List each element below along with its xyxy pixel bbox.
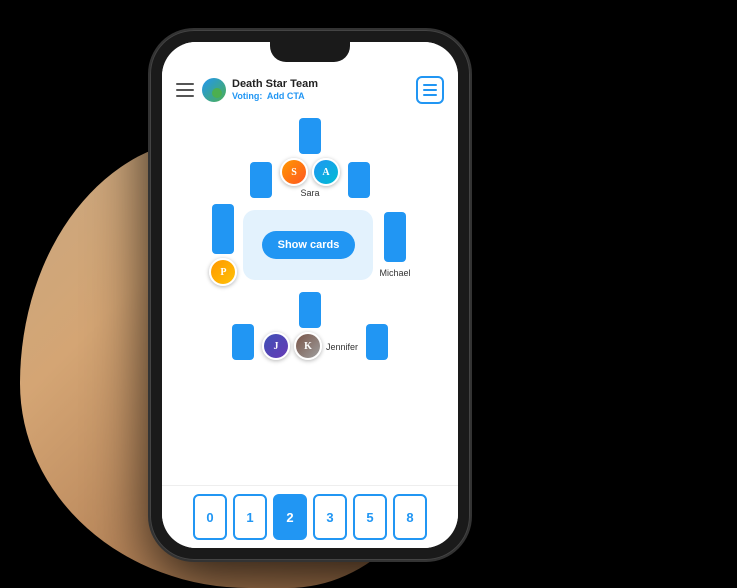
- app-header: Death Star Team Voting: Add CTA: [162, 72, 458, 110]
- avatar: J: [262, 332, 290, 360]
- card-slot: [384, 212, 406, 262]
- list-view-button[interactable]: [416, 76, 444, 104]
- avatar: P: [209, 258, 237, 286]
- header-text: Death Star Team Voting: Add CTA: [232, 78, 416, 102]
- sara-player-col: S A Sara: [280, 118, 340, 198]
- cta-label: Add CTA: [267, 91, 305, 101]
- menu-icon[interactable]: [176, 83, 194, 97]
- avatar: A: [312, 158, 340, 186]
- card-slot: [250, 162, 272, 198]
- card-slot: [366, 324, 388, 360]
- left-player-area: P: [209, 204, 237, 286]
- michael-player-area: Michael: [379, 212, 410, 278]
- voting-bar: 0 1 2 3 5 8: [162, 485, 458, 548]
- card-slot: [232, 324, 254, 360]
- left-avatar: P: [211, 260, 235, 284]
- michael-name: Michael: [379, 268, 410, 278]
- vote-card-1[interactable]: 1: [233, 494, 267, 540]
- sara-avatar2: A: [314, 160, 338, 184]
- vote-card-2[interactable]: 2: [273, 494, 307, 540]
- jennifer-player-col: J K Jennifer: [262, 292, 358, 360]
- list-icon: [423, 83, 437, 97]
- show-cards-button[interactable]: Show cards: [262, 231, 356, 259]
- center-voting-area: Show cards: [243, 210, 373, 280]
- phone-wrapper: Death Star Team Voting: Add CTA: [150, 30, 470, 560]
- voting-label: Voting:: [232, 91, 262, 101]
- card-slot: [348, 162, 370, 198]
- jen-avatar2: K: [296, 334, 320, 358]
- status-bar: [162, 42, 458, 72]
- top-player-row: S A Sara: [172, 118, 448, 198]
- logo-inner: [212, 88, 222, 98]
- jennifer-name: Jennifer: [326, 342, 358, 352]
- team-name: Death Star Team: [232, 78, 416, 91]
- avatar: S: [280, 158, 308, 186]
- phone-screen: Death Star Team Voting: Add CTA: [162, 42, 458, 548]
- sara-name: Sara: [300, 188, 319, 198]
- card-slot: [299, 292, 321, 328]
- vote-card-8[interactable]: 8: [393, 494, 427, 540]
- vote-card-0[interactable]: 0: [193, 494, 227, 540]
- sara-avatar: S: [282, 160, 306, 184]
- phone-frame: Death Star Team Voting: Add CTA: [150, 30, 470, 560]
- card-slot: [212, 204, 234, 254]
- vote-card-5[interactable]: 5: [353, 494, 387, 540]
- jen-avatar1: J: [264, 334, 288, 358]
- vote-card-3[interactable]: 3: [313, 494, 347, 540]
- main-content: S A Sara: [162, 110, 458, 485]
- team-logo: [202, 78, 226, 102]
- avatar: K: [294, 332, 322, 360]
- voting-subtitle: Voting: Add CTA: [232, 91, 416, 102]
- card-slot: [299, 118, 321, 154]
- scene: Death Star Team Voting: Add CTA: [0, 0, 737, 588]
- middle-section: P Show cards Michael: [172, 204, 448, 286]
- bottom-player-row: J K Jennifer: [172, 292, 448, 360]
